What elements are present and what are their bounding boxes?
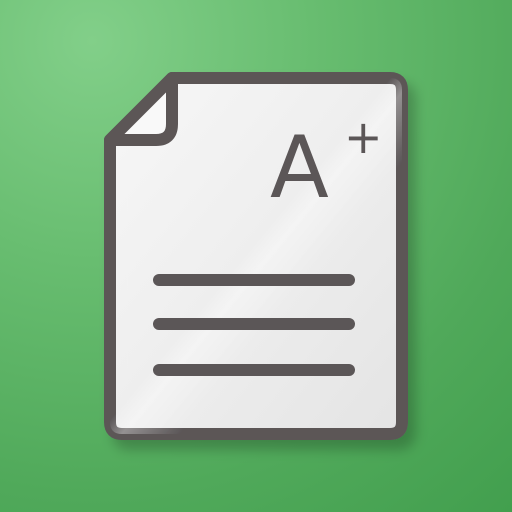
grade-letter: A bbox=[270, 118, 329, 218]
document-grade-icon: A + bbox=[104, 72, 408, 440]
grade-modifier: + bbox=[344, 110, 383, 164]
app-icon-background: A + bbox=[0, 0, 512, 512]
folded-corner bbox=[104, 72, 178, 146]
